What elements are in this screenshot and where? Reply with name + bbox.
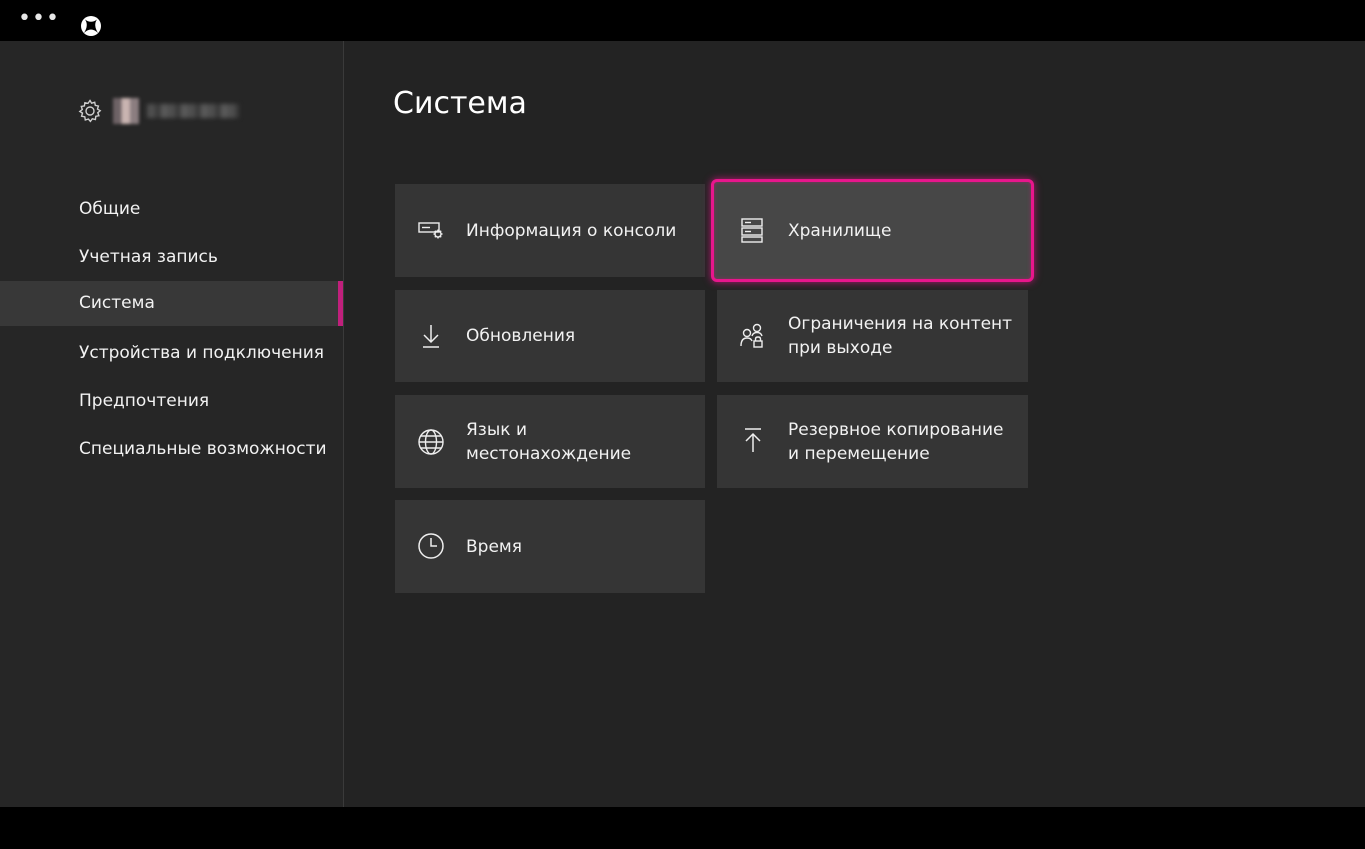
sidebar-item-label: Учетная запись <box>79 247 218 267</box>
sidebar-item-account[interactable]: Учетная запись <box>0 233 343 281</box>
tile-label: Ограничения на контент при выходе <box>788 314 1013 358</box>
sidebar-item-label: Устройства и подключения <box>79 343 324 363</box>
sidebar-item-system[interactable]: Система <box>0 281 343 326</box>
tile-label: Время <box>466 536 522 557</box>
sidebar-item-label: Специальные возможности <box>79 439 327 459</box>
tile-backup-transfer[interactable]: Резервное копирование и перемещение <box>717 395 1028 488</box>
avatar <box>113 98 139 124</box>
profile[interactable] <box>77 96 239 126</box>
upload-arrow-icon <box>745 428 761 452</box>
top-bar: ••• <box>0 0 1365 41</box>
tile-label: Хранилище <box>788 220 892 241</box>
more-options-icon[interactable]: ••• <box>18 8 60 30</box>
gamertag-blurred <box>147 104 239 118</box>
settings-nav: Общие Учетная запись Система Устройства … <box>0 185 343 473</box>
tile-language-location[interactable]: Язык и местонахождение <box>395 395 705 488</box>
tile-content-restrictions[interactable]: Ограничения на контент при выходе <box>717 290 1028 382</box>
sidebar-item-general[interactable]: Общие <box>0 185 343 233</box>
storage-icon <box>741 218 763 243</box>
globe-icon <box>418 429 444 455</box>
sidebar-item-accessibility[interactable]: Специальные возможности <box>0 425 343 473</box>
sidebar-item-label: Предпочтения <box>79 391 210 411</box>
gear-icon <box>78 99 102 123</box>
tile-time[interactable]: Время <box>395 500 705 593</box>
tile-storage[interactable]: Хранилище <box>711 179 1034 282</box>
sidebar-item-preferences[interactable]: Предпочтения <box>0 377 343 425</box>
people-lock-icon <box>740 323 763 348</box>
sidebar-item-label: Общие <box>79 199 141 219</box>
selected-indicator <box>338 281 343 326</box>
tile-label: Обновления <box>466 326 576 346</box>
tile-updates[interactable]: Обновления <box>395 290 705 382</box>
xbox-logo-icon[interactable] <box>80 15 102 37</box>
sidebar-item-label: Система <box>79 293 155 313</box>
tile-console-info[interactable]: Информация о консоли <box>395 184 705 277</box>
page-title: Система <box>393 86 527 121</box>
sidebar-item-devices[interactable]: Устройства и подключения <box>0 329 343 377</box>
bottom-bar <box>0 807 1365 849</box>
tile-label: Информация о консоли <box>466 220 677 241</box>
clock-icon <box>418 533 444 559</box>
download-arrow-icon <box>423 325 439 348</box>
tile-label: Язык и местонахождение <box>466 419 632 464</box>
console-info-icon <box>418 222 443 239</box>
tile-label: Резервное копирование и перемещение <box>788 419 1004 464</box>
